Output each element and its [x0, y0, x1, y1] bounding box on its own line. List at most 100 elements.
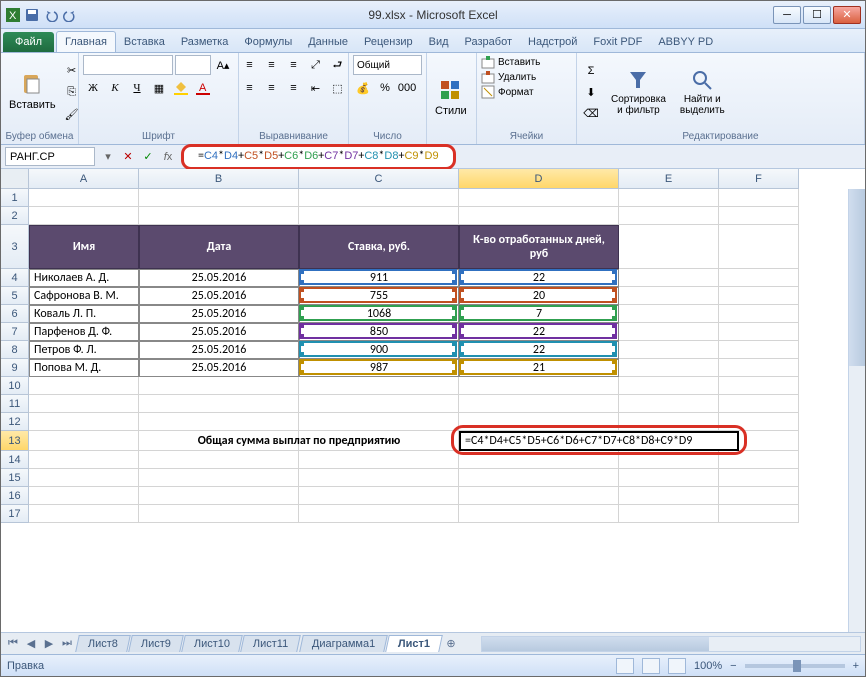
- cell-E10[interactable]: [619, 377, 719, 395]
- row-header-16[interactable]: 16: [1, 487, 29, 505]
- cell-C1[interactable]: [299, 189, 459, 207]
- cell-E4[interactable]: [619, 269, 719, 287]
- align-middle-icon[interactable]: ≡: [262, 55, 282, 75]
- cell-date-5[interactable]: 25.05.2016: [139, 287, 299, 305]
- cell-date-6[interactable]: 25.05.2016: [139, 305, 299, 323]
- cell-A11[interactable]: [29, 395, 139, 413]
- font-name-select[interactable]: [83, 55, 173, 75]
- cell-name-8[interactable]: Петров Ф. Л.: [29, 341, 139, 359]
- currency-icon[interactable]: 💰: [353, 78, 373, 98]
- cell-days-4[interactable]: 22: [459, 269, 619, 287]
- cell-rate-8[interactable]: 900: [299, 341, 459, 359]
- row-header-6[interactable]: 6: [1, 305, 29, 323]
- cell-E5[interactable]: [619, 287, 719, 305]
- column-header-D[interactable]: D: [459, 169, 619, 189]
- row-header-4[interactable]: 4: [1, 269, 29, 287]
- row-header-11[interactable]: 11: [1, 395, 29, 413]
- cell-F1[interactable]: [719, 189, 799, 207]
- cell-C12[interactable]: [299, 413, 459, 431]
- tab-abbyy[interactable]: ABBYY PD: [650, 32, 721, 52]
- underline-icon[interactable]: Ч: [127, 78, 147, 98]
- cell-A12[interactable]: [29, 413, 139, 431]
- row-header-10[interactable]: 10: [1, 377, 29, 395]
- tab-review[interactable]: Рецензир: [356, 32, 421, 52]
- cell-D15[interactable]: [459, 469, 619, 487]
- insert-cells-button[interactable]: Вставить: [481, 55, 572, 69]
- cell-E17[interactable]: [619, 505, 719, 523]
- row-header-9[interactable]: 9: [1, 359, 29, 377]
- tab-developer[interactable]: Разработ: [457, 32, 520, 52]
- cell-B11[interactable]: [139, 395, 299, 413]
- cell-E14[interactable]: [619, 451, 719, 469]
- new-sheet-icon[interactable]: ⊕: [443, 636, 459, 652]
- bold-icon[interactable]: Ж: [83, 78, 103, 98]
- cell-C11[interactable]: [299, 395, 459, 413]
- cell-B14[interactable]: [139, 451, 299, 469]
- table-header-B[interactable]: Дата: [139, 225, 299, 269]
- cell-E7[interactable]: [619, 323, 719, 341]
- cell-name-4[interactable]: Николаев А. Д.: [29, 269, 139, 287]
- sheet-nav-last-icon[interactable]: ⏭: [59, 636, 75, 652]
- spreadsheet-grid[interactable]: ABCDEF 1234567891011121314151617 ИмяДата…: [1, 169, 865, 632]
- cell-F11[interactable]: [719, 395, 799, 413]
- normal-view-icon[interactable]: [616, 658, 634, 674]
- cell-A14[interactable]: [29, 451, 139, 469]
- cell-B10[interactable]: [139, 377, 299, 395]
- cell-D17[interactable]: [459, 505, 619, 523]
- table-header-A[interactable]: Имя: [29, 225, 139, 269]
- autosum-icon[interactable]: Σ: [581, 61, 601, 81]
- cell-E2[interactable]: [619, 207, 719, 225]
- minimize-button[interactable]: ─: [773, 6, 801, 24]
- select-all-corner[interactable]: [1, 169, 29, 189]
- cell-C2[interactable]: [299, 207, 459, 225]
- percent-icon[interactable]: %: [375, 78, 395, 98]
- row-header-17[interactable]: 17: [1, 505, 29, 523]
- clear-icon[interactable]: ⌫: [581, 103, 601, 123]
- cell-A1[interactable]: [29, 189, 139, 207]
- tab-addins[interactable]: Надстрой: [520, 32, 585, 52]
- redo-icon[interactable]: [62, 7, 78, 23]
- tab-home[interactable]: Главная: [56, 31, 116, 52]
- vertical-scrollbar[interactable]: [848, 189, 865, 632]
- pagelayout-view-icon[interactable]: [642, 658, 660, 674]
- cell-B1[interactable]: [139, 189, 299, 207]
- cell-F9[interactable]: [719, 359, 799, 377]
- sheet-tab-Лист9[interactable]: Лист9: [128, 635, 184, 652]
- cell-D2[interactable]: [459, 207, 619, 225]
- cell-C16[interactable]: [299, 487, 459, 505]
- save-icon[interactable]: [24, 7, 40, 23]
- row-header-8[interactable]: 8: [1, 341, 29, 359]
- cell-days-9[interactable]: 21: [459, 359, 619, 377]
- cell-F10[interactable]: [719, 377, 799, 395]
- tab-pagelayout[interactable]: Разметка: [173, 32, 237, 52]
- column-header-A[interactable]: A: [29, 169, 139, 189]
- orientation-icon[interactable]: ⤢: [306, 55, 326, 75]
- tab-foxit[interactable]: Foxit PDF: [585, 32, 650, 52]
- paste-button[interactable]: Вставить: [5, 71, 60, 113]
- find-select-button[interactable]: Найти и выделить: [676, 66, 729, 118]
- cell-F3[interactable]: [719, 225, 799, 269]
- pagebreak-view-icon[interactable]: [668, 658, 686, 674]
- align-bottom-icon[interactable]: ≡: [284, 55, 304, 75]
- cell-B16[interactable]: [139, 487, 299, 505]
- cell-E9[interactable]: [619, 359, 719, 377]
- name-box[interactable]: РАНГ.СР: [5, 147, 95, 166]
- styles-button[interactable]: Стили: [431, 77, 471, 119]
- undo-icon[interactable]: [43, 7, 59, 23]
- cell-date-8[interactable]: 25.05.2016: [139, 341, 299, 359]
- cell-D10[interactable]: [459, 377, 619, 395]
- cell-E6[interactable]: [619, 305, 719, 323]
- font-color-icon[interactable]: A: [193, 78, 213, 98]
- cell-B15[interactable]: [139, 469, 299, 487]
- row-header-2[interactable]: 2: [1, 207, 29, 225]
- cell-D16[interactable]: [459, 487, 619, 505]
- cell-date-4[interactable]: 25.05.2016: [139, 269, 299, 287]
- cell-D1[interactable]: [459, 189, 619, 207]
- sort-filter-button[interactable]: Сортировка и фильтр: [607, 66, 670, 118]
- cell-E8[interactable]: [619, 341, 719, 359]
- cell-A16[interactable]: [29, 487, 139, 505]
- cell-A2[interactable]: [29, 207, 139, 225]
- row-header-13[interactable]: 13: [1, 431, 29, 451]
- cell-days-7[interactable]: 22: [459, 323, 619, 341]
- cell-F5[interactable]: [719, 287, 799, 305]
